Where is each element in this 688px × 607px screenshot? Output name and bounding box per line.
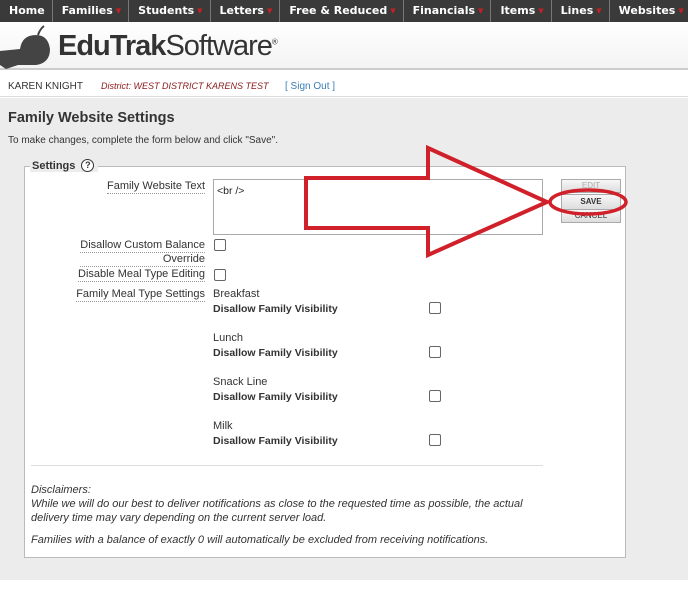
edit-button[interactable]: EDIT [561,179,621,193]
page-title: Family Website Settings [8,110,175,126]
nav-financials[interactable]: Financials ▼ [404,0,492,22]
meal-breakfast: Breakfast Disallow Family Visibility [213,288,338,315]
website-text-label: Family Website Text [106,180,205,194]
nav-label: Home [9,4,45,17]
meal-snack-line: Snack Line Disallow Family Visibility [213,376,338,403]
meal-lunch: Lunch Disallow Family Visibility [213,332,338,359]
nav-label: Students [138,4,195,17]
disallow-balance-checkbox[interactable] [214,239,226,251]
district-name: District: WEST DISTRICT KARENS TEST [101,81,269,91]
nav-label: Families [61,4,113,17]
settings-fieldset: Settings? Family Website Text <br /> Dis… [24,159,626,558]
nav-students[interactable]: Students ▼ [129,0,211,22]
chevron-down-icon: ▼ [596,7,602,15]
lunch-visibility-checkbox[interactable] [429,346,441,358]
nav-items[interactable]: Items ▼ [491,0,552,22]
disable-meal-label: Disable Meal Type Editing [78,268,205,282]
nav-label: Lines [560,4,594,17]
instructions: To make changes, complete the form below… [8,135,279,146]
nav-label: Letters [219,4,264,17]
disable-meal-checkbox[interactable] [214,269,226,281]
meal-milk: Milk Disallow Family Visibility [213,420,338,447]
settings-legend: Settings? [30,159,99,172]
nav-label: Financials [412,4,476,17]
main-content: Family Website Settings To make changes,… [0,98,688,580]
chevron-down-icon: ▼ [678,7,684,15]
nav-letters[interactable]: Letters ▼ [211,0,281,22]
nav-label: Items [500,4,536,17]
divider [31,465,543,466]
disallow-balance-label: Disallow Custom Balance Override [80,239,205,267]
legend-label: Settings [32,159,76,172]
apple-hand-logo-icon [0,25,50,69]
help-icon[interactable]: ? [81,159,95,172]
chevron-down-icon: ▼ [197,7,203,15]
nav-free-reduced[interactable]: Free & Reduced ▼ [280,0,404,22]
disclaimer-1: While we will do our best to deliver not… [31,498,523,524]
nav-label: Websites [618,4,676,17]
meal-settings-label: Family Meal Type Settings [76,288,205,302]
cancel-button[interactable]: CANCEL [561,209,621,223]
chevron-down-icon: ▼ [478,7,484,15]
user-name: KAREN KNIGHT [8,81,84,92]
milk-visibility-checkbox[interactable] [429,434,441,446]
disclaimer-2: Families with a balance of exactly 0 wil… [31,534,489,546]
top-nav: Home Families ▼ Students ▼ Letters ▼ Free &… [0,0,688,22]
header-logo-bar: EduTrakSoftware® [0,22,688,70]
save-button[interactable]: SAVE [561,194,621,210]
nav-lines[interactable]: Lines ▼ [552,0,610,22]
disclaimer-title: Disclaimers: [31,484,91,496]
nav-home[interactable]: Home [0,0,53,22]
breakfast-visibility-checkbox[interactable] [429,302,441,314]
chevron-down-icon: ▼ [390,7,396,15]
chevron-down-icon: ▼ [538,7,544,15]
user-bar: KAREN KNIGHT District: WEST DISTRICT KAR… [0,73,688,97]
website-text-input[interactable]: <br /> [213,179,543,235]
nav-label: Free & Reduced [289,4,388,17]
sign-out-link[interactable]: [ Sign Out ] [285,81,335,92]
nav-families[interactable]: Families ▼ [53,0,130,22]
chevron-down-icon: ▼ [115,7,122,15]
nav-websites[interactable]: Websites ▼ [610,0,688,22]
snack-visibility-checkbox[interactable] [429,390,441,402]
chevron-down-icon: ▼ [266,7,273,15]
logo-text: EduTrakSoftware® [58,30,278,62]
